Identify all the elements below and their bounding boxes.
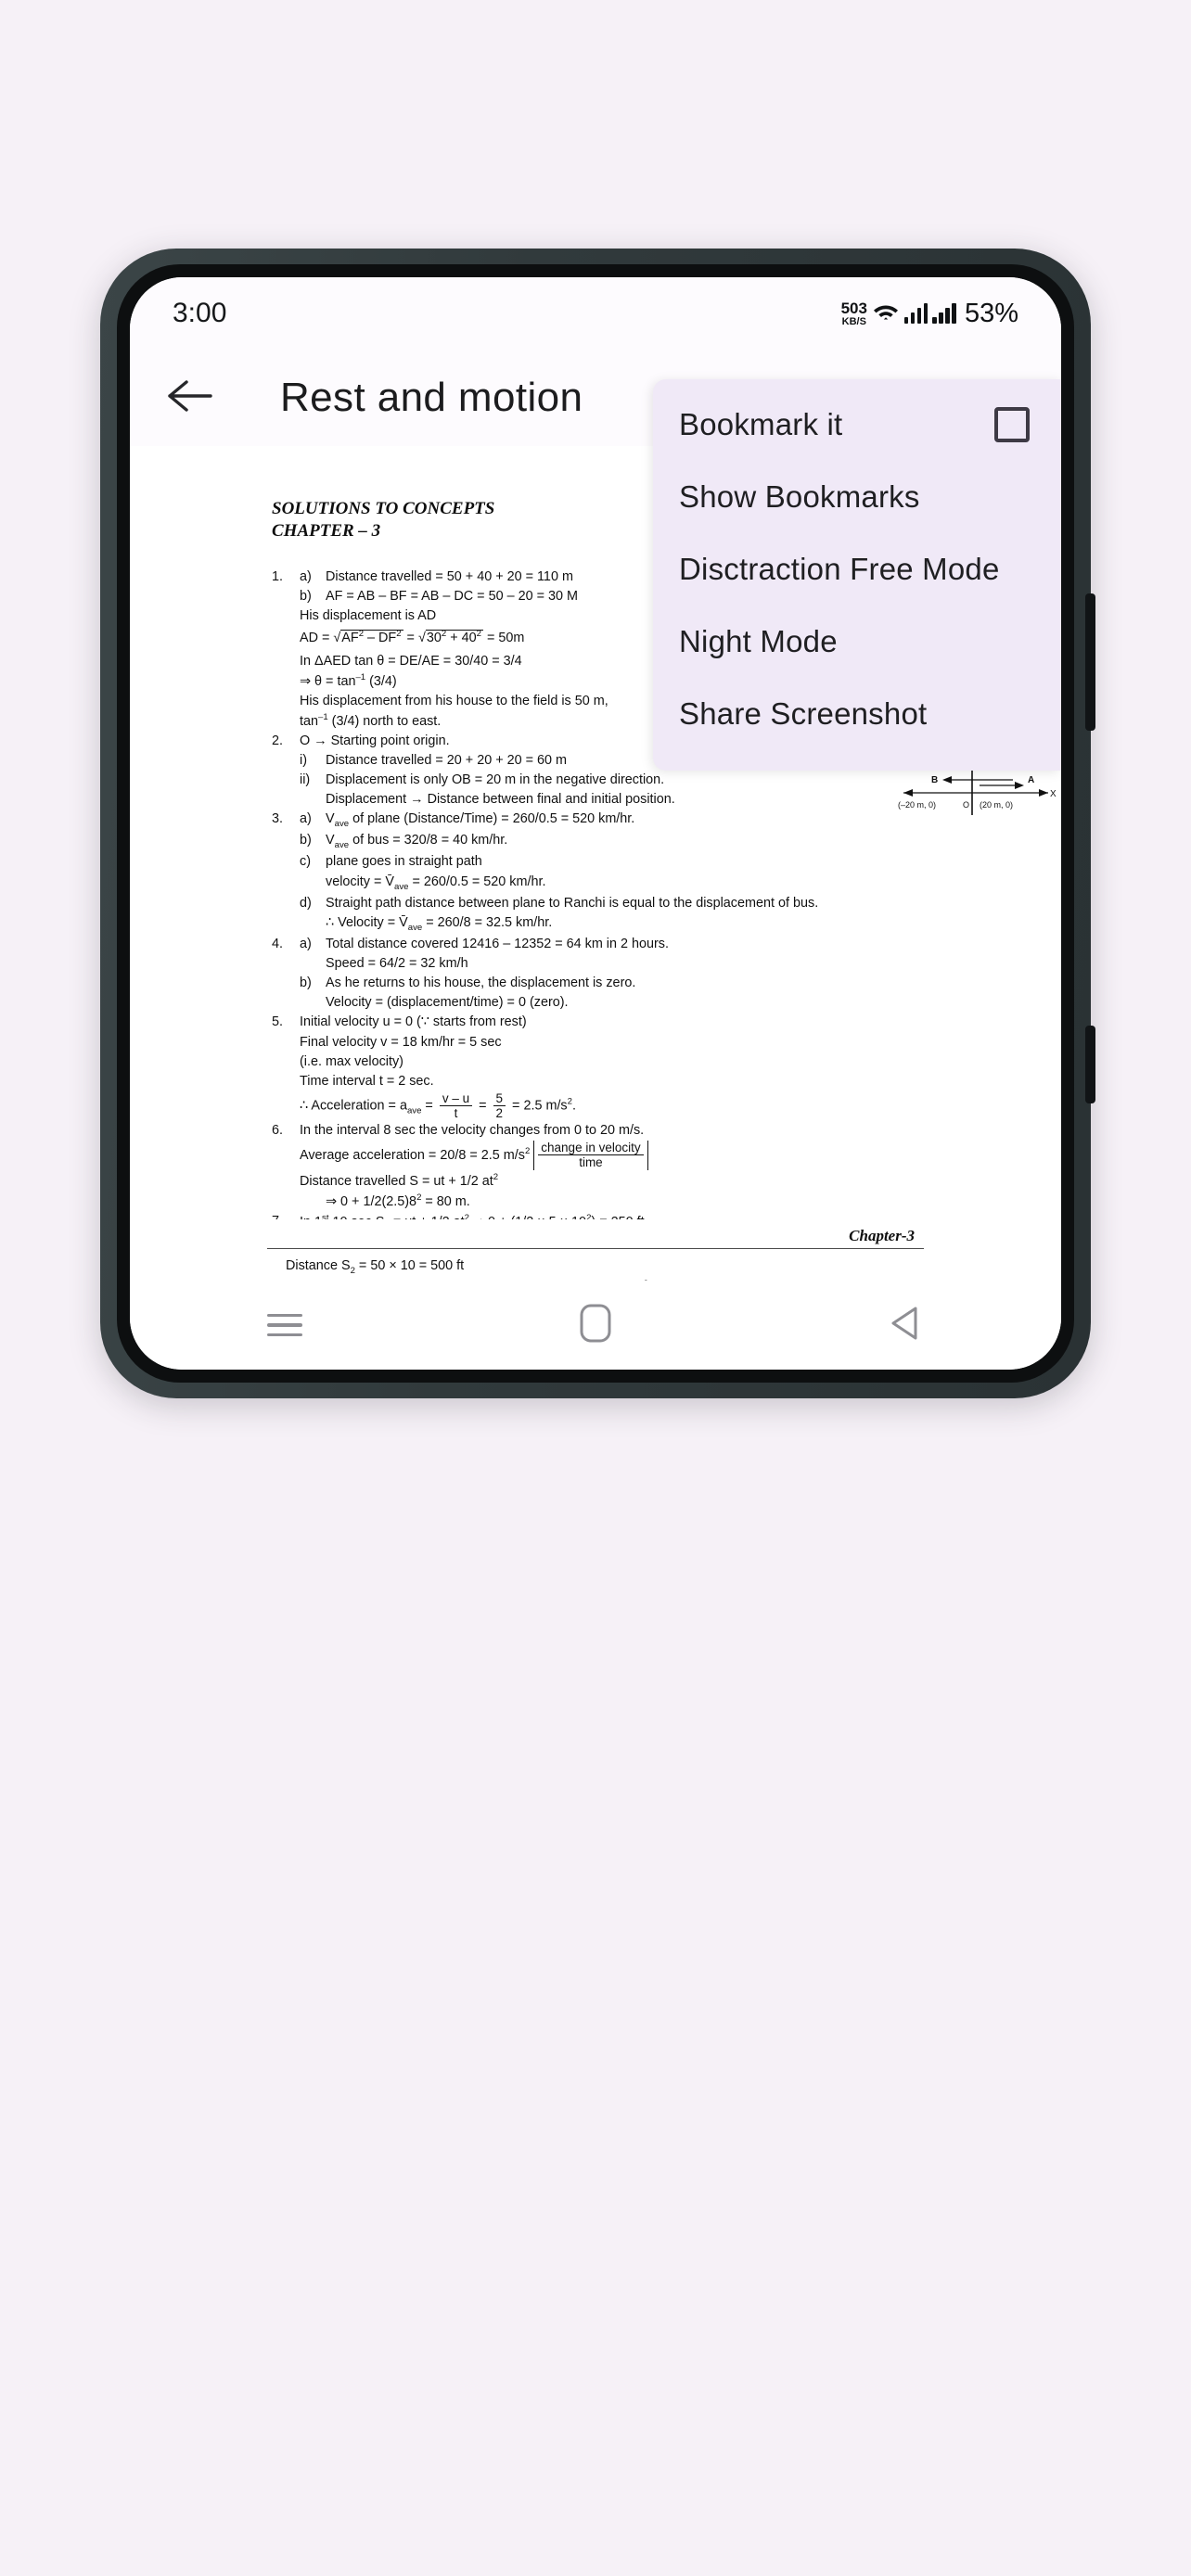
phone-bezel: 3:00 503 KB/S 53% Rest and motion Bookma… xyxy=(117,264,1074,1383)
network-speed-indicator: 503 KB/S xyxy=(841,300,867,327)
menu-item-distraction-free-mode[interactable]: Disctraction Free Mode xyxy=(653,533,1061,606)
solution-line: b) Vave of bus = 320/8 = 40 km/hr. xyxy=(300,833,508,851)
svg-text:A: A xyxy=(1028,775,1034,785)
status-bar: 3:00 503 KB/S 53% xyxy=(130,277,1061,350)
status-icons: 503 KB/S 53% xyxy=(841,299,1018,329)
menu-item-label: Share Screenshot xyxy=(679,696,928,731)
status-time: 3:00 xyxy=(173,298,227,328)
menu-item-share-screenshot[interactable]: Share Screenshot xyxy=(653,678,1061,750)
document-page-2: Chapter-3 Distance S2 = 50 × 10 = 500 ft… xyxy=(130,1219,1061,1281)
svg-text:O: O xyxy=(963,800,969,810)
solution-line: Speed = 64/2 = 32 km/h xyxy=(326,955,468,971)
solution-line: Distance S2 = 50 × 10 = 500 ft xyxy=(286,1258,465,1276)
solution-line: Final velocity v = 18 km/hr = 5 sec xyxy=(300,1034,502,1050)
solution-line: b) As he returns to his house, the displa… xyxy=(300,976,636,991)
solution-line: 5. Initial velocity u = 0 (∵ starts from … xyxy=(272,1014,527,1030)
solution-line: Distance travelled S = ut + 1/2 at2 xyxy=(300,1171,499,1189)
menu-item-label: Disctraction Free Mode xyxy=(679,552,1000,586)
solution-line: Displacement → Distance between final an… xyxy=(326,792,675,808)
solution-line: 6. In the interval 8 sec the velocity cha… xyxy=(272,1123,645,1139)
recents-button[interactable] xyxy=(229,1288,340,1362)
phone-frame: 3:00 503 KB/S 53% Rest and motion Bookma… xyxy=(100,249,1095,1398)
home-button[interactable] xyxy=(540,1288,651,1362)
back-triangle-icon xyxy=(888,1304,925,1347)
solution-line: (i.e. max velocity) xyxy=(300,1053,403,1069)
solution-line: ∴ Acceleration = aave = v – ut = 52 = 2.… xyxy=(300,1091,576,1121)
chapter-label: Chapter-3 xyxy=(849,1227,915,1244)
solution-line: Velocity = (displacement/time) = 0 (zero… xyxy=(326,995,569,1011)
power-button[interactable] xyxy=(1085,1026,1095,1103)
solution-line: ii) Displacement is only OB = 20 m in the… xyxy=(300,772,665,788)
back-arrow-icon xyxy=(166,376,216,421)
signal-bars-icon xyxy=(903,303,928,324)
solution-line: Average acceleration = 20/8 = 2.5 m/s2 c… xyxy=(272,1141,922,1171)
network-speed-unit: KB/S xyxy=(841,315,866,327)
solution-line: ∴ Velocity = V̄ave = 260/8 = 32.5 km/hr. xyxy=(326,914,553,933)
menu-item-label: Bookmark it xyxy=(679,407,843,441)
solution-line: d) Straight path distance between plane t… xyxy=(300,895,819,911)
solution-line: Time interval t = 2 sec. xyxy=(300,1073,434,1089)
navigation-bar xyxy=(130,1281,1061,1370)
menu-item-show-bookmarks[interactable]: Show Bookmarks xyxy=(653,461,1061,533)
svg-text:(20 m, 0): (20 m, 0) xyxy=(980,800,1013,810)
screenshot-stage: 3:00 503 KB/S 53% Rest and motion Bookma… xyxy=(0,0,1191,2576)
phone-screen: 3:00 503 KB/S 53% Rest and motion Bookma… xyxy=(130,277,1061,1370)
back-button[interactable] xyxy=(147,353,236,442)
page-title: Rest and motion xyxy=(280,375,583,420)
hamburger-menu-icon xyxy=(267,1307,303,1343)
back-nav-button[interactable] xyxy=(851,1288,962,1362)
menu-item-night-mode[interactable]: Night Mode xyxy=(653,606,1061,678)
signal-bars-icon-2 xyxy=(932,303,956,324)
network-speed-value: 503 xyxy=(840,299,867,317)
solution-line: 3. a) Vave of plane (Distance/Time) = 260/… xyxy=(272,811,635,830)
battery-percentage: 53% xyxy=(964,298,1018,328)
volume-button[interactable] xyxy=(1085,593,1095,731)
solution-line: ⇒ 0 + 1/2(2.5)82 = 80 m. xyxy=(326,1192,470,1209)
menu-item-label: Show Bookmarks xyxy=(679,479,920,514)
menu-item-bookmark-it[interactable]: Bookmark it xyxy=(653,389,1061,461)
wifi-icon xyxy=(872,300,900,327)
bookmark-checkbox[interactable] xyxy=(994,407,1030,442)
solution-line: velocity = V̄ave = 260/0.5 = 520 km/hr. xyxy=(326,874,546,892)
page2-header-rule xyxy=(267,1248,924,1249)
home-square-icon xyxy=(580,1304,611,1347)
menu-item-label: Night Mode xyxy=(679,624,838,658)
svg-text:X: X xyxy=(1050,789,1057,799)
solution-line: c) plane goes in straight path xyxy=(300,854,482,870)
page2-body: Distance S2 = 50 × 10 = 500 ft Between 2… xyxy=(286,1256,922,1281)
solution-line: 4. a) Total distance covered 12416 – 12352… xyxy=(272,936,670,951)
overflow-menu: Bookmark it Show Bookmarks Disctraction … xyxy=(653,379,1061,771)
svg-text:B: B xyxy=(931,775,938,785)
svg-text:(–20 m, 0): (–20 m, 0) xyxy=(898,800,936,810)
